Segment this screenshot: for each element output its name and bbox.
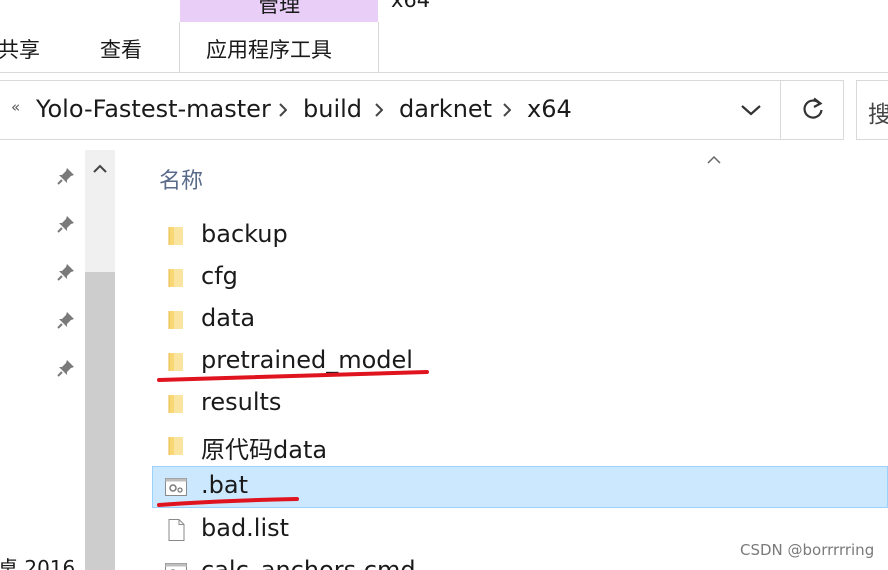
breadcrumb-x64[interactable]: x64	[527, 95, 572, 123]
search-input[interactable]: 搜	[868, 95, 888, 129]
file-row-bat[interactable]: .bat	[152, 466, 888, 508]
file-name: results	[201, 388, 282, 416]
search-box[interactable]: 搜	[856, 80, 888, 140]
pin-icon[interactable]	[55, 357, 77, 379]
refresh-icon[interactable]	[799, 95, 827, 123]
file-name: calc_anchors.cmd	[201, 556, 416, 570]
pin-icon[interactable]	[55, 213, 77, 235]
column-header-name[interactable]: 名称	[159, 163, 203, 195]
file-name: backup	[201, 220, 288, 248]
pin-icon[interactable]	[55, 261, 77, 283]
pin-icon[interactable]	[55, 309, 77, 331]
file-row-cfg[interactable]: cfg	[152, 257, 888, 299]
document-icon	[164, 518, 188, 542]
batch-file-icon	[164, 560, 188, 570]
nav-item-label[interactable]: 桌 2016	[0, 552, 75, 570]
address-divider	[780, 80, 781, 140]
tab-share[interactable]: 共享	[0, 34, 40, 64]
context-tab-header: 管理	[180, 0, 378, 22]
scroll-up-icon[interactable]	[92, 160, 108, 173]
file-name: cfg	[201, 262, 238, 290]
breadcrumb-overflow-button[interactable]: «	[11, 98, 20, 116]
context-tab-separator-left	[179, 22, 180, 73]
pin-icon[interactable]	[55, 165, 77, 187]
folder-icon	[164, 392, 188, 416]
batch-file-icon	[164, 475, 188, 499]
folder-icon	[164, 224, 188, 248]
sort-ascending-icon	[706, 150, 722, 164]
file-row-original-code-data[interactable]: 原代码data	[152, 425, 888, 467]
file-name: bad.list	[201, 514, 290, 542]
watermark: CSDN @borrrrring	[740, 541, 875, 559]
file-row-backup[interactable]: backup	[152, 215, 888, 257]
file-row-data[interactable]: data	[152, 299, 888, 341]
nav-scrollbar-thumb[interactable]	[85, 272, 115, 570]
address-dropdown-icon[interactable]	[740, 101, 762, 119]
file-row-pretrained-model[interactable]: pretrained_model	[152, 341, 888, 383]
context-tab-separator-right	[378, 22, 379, 73]
folder-icon	[164, 308, 188, 332]
folder-icon	[164, 266, 188, 290]
context-tab-header-label: 管理	[258, 0, 300, 17]
file-name: .bat	[201, 471, 248, 499]
breadcrumb-build[interactable]: build	[303, 95, 362, 123]
tab-view[interactable]: 查看	[100, 34, 142, 64]
file-name: data	[201, 304, 256, 332]
file-name: pretrained_model	[201, 346, 413, 374]
breadcrumb-yolo-fastest-master[interactable]: Yolo-Fastest-master	[36, 95, 271, 123]
folder-icon	[164, 434, 188, 458]
breadcrumb-chevron-icon[interactable]	[375, 103, 383, 117]
folder-icon	[164, 350, 188, 374]
file-row-results[interactable]: results	[152, 383, 888, 425]
file-name: 原代码data	[201, 436, 328, 464]
breadcrumb-chevron-icon[interactable]	[503, 103, 511, 117]
breadcrumb-darknet[interactable]: darknet	[399, 95, 492, 123]
window-title: x64	[391, 0, 431, 12]
breadcrumb-chevron-icon[interactable]	[279, 103, 287, 117]
tab-app-tools[interactable]: 应用程序工具	[206, 34, 332, 64]
